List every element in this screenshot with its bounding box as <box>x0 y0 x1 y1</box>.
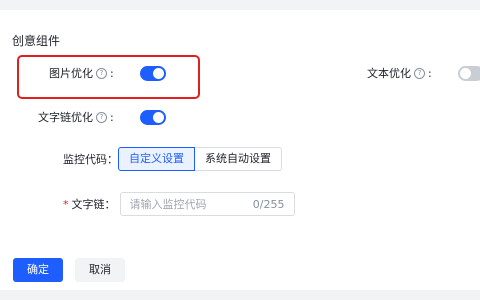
question-circle-icon[interactable]: ? <box>414 67 425 79</box>
monitor-code-row: 监控代码： 自定义设置 系统自动设置 <box>63 147 282 171</box>
toggle-knob <box>152 67 164 79</box>
top-bar <box>0 0 480 10</box>
monitor-code-input-placeholder: 请输入监控代码 <box>129 198 207 211</box>
cancel-button[interactable]: 取消 <box>75 258 125 282</box>
creative-components-card: 创意组件 图片优化 ? : 文本优化 ? : 文字链优化 ? : 监控代码： 自… <box>0 10 480 290</box>
image-optimization-row: 图片优化 ? : <box>49 65 166 81</box>
monitor-code-input[interactable]: 请输入监控代码 0/255 <box>119 192 295 216</box>
toggle-knob <box>152 111 164 123</box>
auto-setting-option[interactable]: 系统自动设置 <box>195 147 282 171</box>
text-link-optimization-colon: : <box>110 110 114 124</box>
question-circle-icon[interactable]: ? <box>96 67 107 79</box>
text-optimization-row: 文本优化 ? : <box>367 65 480 81</box>
monitor-code-segmented-control: 自定义设置 系统自动设置 <box>118 147 282 171</box>
image-optimization-label: 图片优化 <box>49 67 93 80</box>
text-optimization-toggle[interactable] <box>457 65 480 81</box>
monitor-code-label: 监控代码： <box>63 153 118 166</box>
section-title: 创意组件 <box>12 34 61 48</box>
question-circle-icon[interactable]: ? <box>96 111 107 123</box>
text-link-label: 文字链： <box>71 198 116 211</box>
text-link-optimization-label: 文字链优化 <box>38 111 93 124</box>
text-optimization-colon: : <box>428 66 432 80</box>
text-link-row: * 文字链： 请输入监控代码 0/255 <box>63 192 295 216</box>
text-link-optimization-toggle[interactable] <box>139 109 166 125</box>
confirm-button[interactable]: 确定 <box>13 258 63 282</box>
text-link-optimization-row: 文字链优化 ? : <box>38 109 166 125</box>
custom-setting-option[interactable]: 自定义设置 <box>118 147 195 171</box>
page: 创意组件 图片优化 ? : 文本优化 ? : 文字链优化 ? : 监控代码： 自… <box>0 0 480 300</box>
image-optimization-colon: : <box>110 66 114 80</box>
required-mark: * <box>63 197 69 211</box>
character-counter: 0/255 <box>252 197 285 211</box>
text-optimization-label: 文本优化 <box>367 67 411 80</box>
image-optimization-toggle[interactable] <box>139 65 166 81</box>
toggle-knob <box>459 67 471 79</box>
